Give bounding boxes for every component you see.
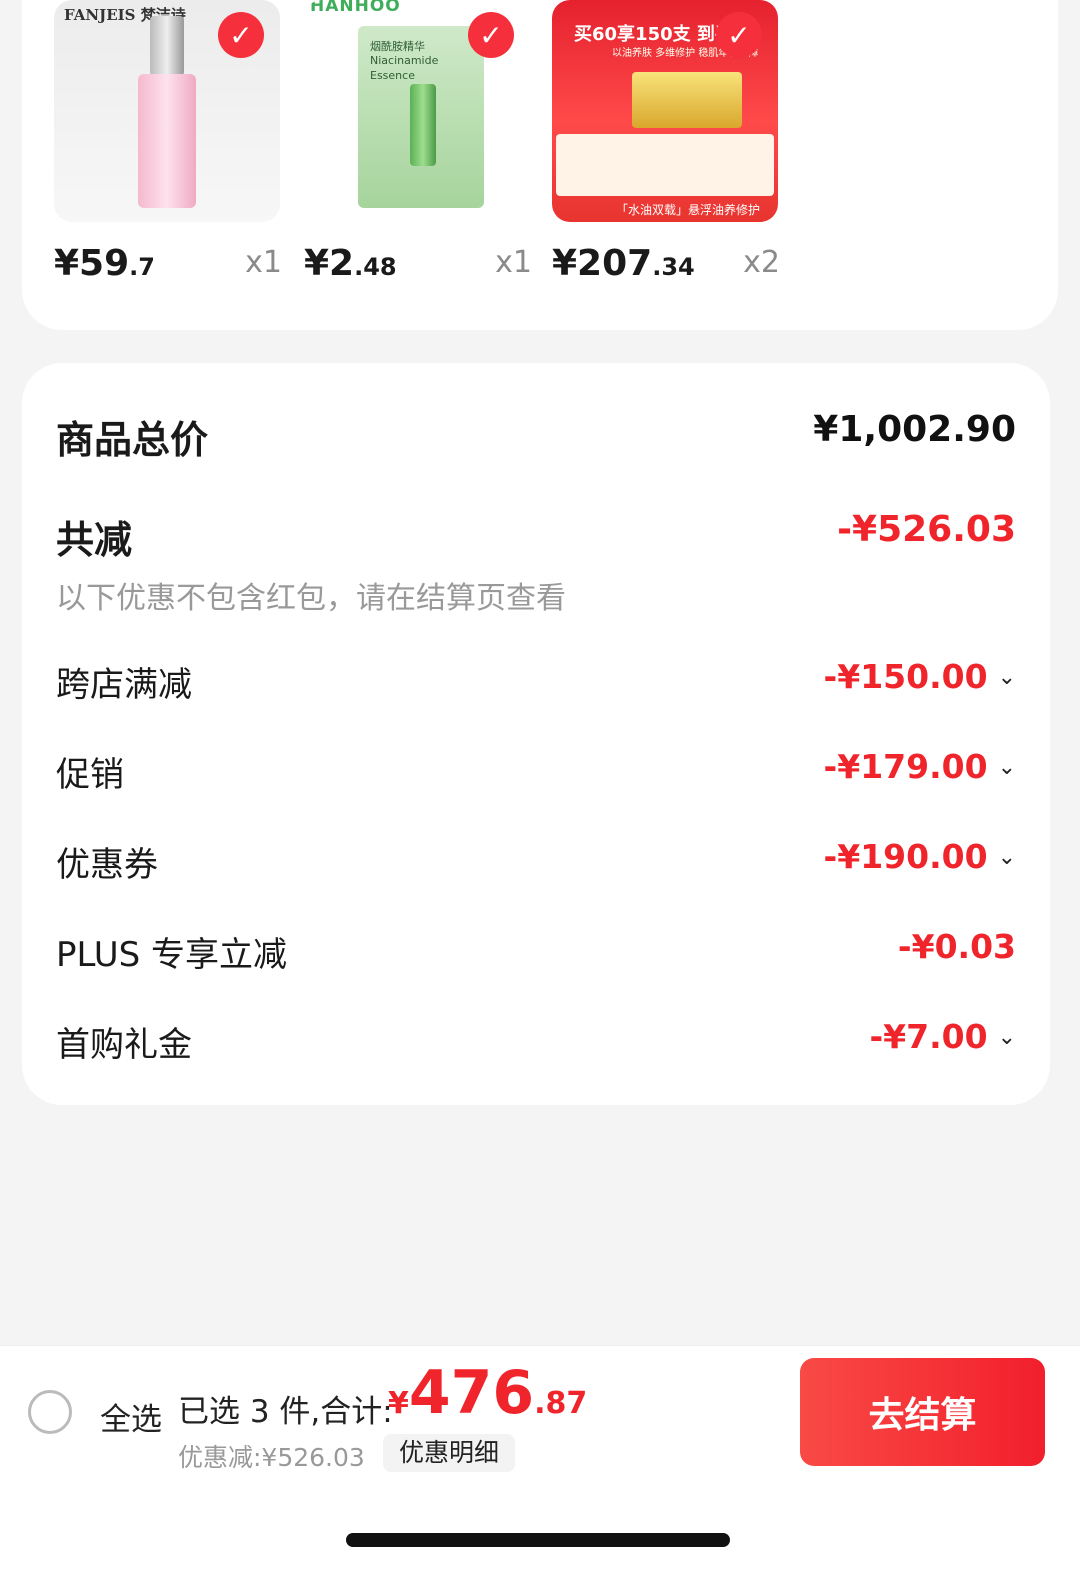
bottle-body-shape xyxy=(138,74,196,208)
price-summary-card: 商品总价 ¥1,002.90 共减 -¥526.03 以下优惠不包含红包，请在结… xyxy=(22,363,1050,1105)
total-amount: ¥476.87 xyxy=(388,1358,588,1428)
checkout-button[interactable]: 去结算 xyxy=(800,1358,1045,1466)
discount-value[interactable]: -¥7.00 ⌄ xyxy=(869,1017,1016,1056)
check-icon[interactable]: ✓ xyxy=(468,12,514,58)
product-price: ¥207.34 xyxy=(552,243,695,284)
total-reduce-value: -¥526.03 xyxy=(837,509,1016,550)
chevron-down-icon[interactable]: ⌄ xyxy=(998,1025,1016,1050)
product-brand: HANHOO xyxy=(310,0,401,16)
chevron-down-icon[interactable]: ⌄ xyxy=(998,755,1016,780)
discount-value[interactable]: -¥190.00 ⌄ xyxy=(824,837,1016,876)
discount-value[interactable]: -¥150.00 ⌄ xyxy=(824,657,1016,696)
discount-label: 优惠券 xyxy=(56,845,158,885)
product-item[interactable]: HANHOO 烟酰胺精华 Niacinamide Essence ✓ ¥2.48… xyxy=(304,0,532,284)
product-item[interactable]: 买60享150支 到手5 以油养肤 多维修护 稳肌年轻屏障 「水油双载」悬浮油养… xyxy=(552,0,780,284)
product-qty: x1 xyxy=(245,245,282,280)
discount-summary: 优惠减:¥526.03 xyxy=(178,1443,365,1472)
chevron-down-icon[interactable]: ⌄ xyxy=(998,845,1016,870)
checkout-bar: 全选 已选 3 件,合计: ¥476.87 优惠减:¥526.03 优惠明细 去… xyxy=(0,1345,1080,1475)
mask-package-shape: 烟酰胺精华 Niacinamide Essence xyxy=(358,26,484,208)
total-reduce-label: 共减 xyxy=(56,518,133,562)
discount-label: 首购礼金 xyxy=(56,1025,192,1065)
bottle-cap-shape xyxy=(150,16,184,76)
discount-detail-button[interactable]: 优惠明细 xyxy=(383,1434,516,1472)
selected-summary: 已选 3 件,合计: xyxy=(178,1394,393,1430)
product-box-shape xyxy=(632,72,742,128)
product-item[interactable]: FANJEIS 梵洁诗 ✓ ¥59.7 x1 xyxy=(54,0,282,284)
cart-products-card: FANJEIS 梵洁诗 ✓ ¥59.7 x1 HANHOO 烟酰胺精华 Niac… xyxy=(22,0,1058,330)
chevron-down-icon[interactable]: ⌄ xyxy=(998,665,1016,690)
discount-note: 以下优惠不包含红包，请在结算页查看 xyxy=(56,581,566,616)
product-qty: x2 xyxy=(743,245,780,280)
product-image[interactable]: HANHOO 烟酰胺精华 Niacinamide Essence ✓ xyxy=(304,0,530,222)
home-indicator[interactable] xyxy=(346,1533,730,1547)
home-indicator-area xyxy=(0,1475,1080,1580)
discount-label: 促销 xyxy=(56,755,124,795)
discount-label: 跨店满减 xyxy=(56,665,192,705)
select-all-label[interactable]: 全选 xyxy=(100,1394,162,1439)
product-qty: x1 xyxy=(495,245,532,280)
check-icon[interactable]: ✓ xyxy=(218,12,264,58)
product-price: ¥59.7 xyxy=(54,243,155,284)
discount-value[interactable]: -¥179.00 ⌄ xyxy=(824,747,1016,786)
discount-label: PLUS 专享立减 xyxy=(56,935,288,975)
total-price-label: 商品总价 xyxy=(56,418,209,462)
check-icon[interactable]: ✓ xyxy=(716,12,762,58)
select-all-checkbox[interactable] xyxy=(28,1390,72,1434)
product-price: ¥2.48 xyxy=(304,243,397,284)
product-image[interactable]: 买60享150支 到手5 以油养肤 多维修护 稳肌年轻屏障 「水油双载」悬浮油养… xyxy=(552,0,778,222)
product-image[interactable]: FANJEIS 梵洁诗 ✓ xyxy=(54,0,280,222)
total-price-value: ¥1,002.90 xyxy=(813,409,1016,450)
discount-value: -¥0.03 xyxy=(897,927,1016,966)
